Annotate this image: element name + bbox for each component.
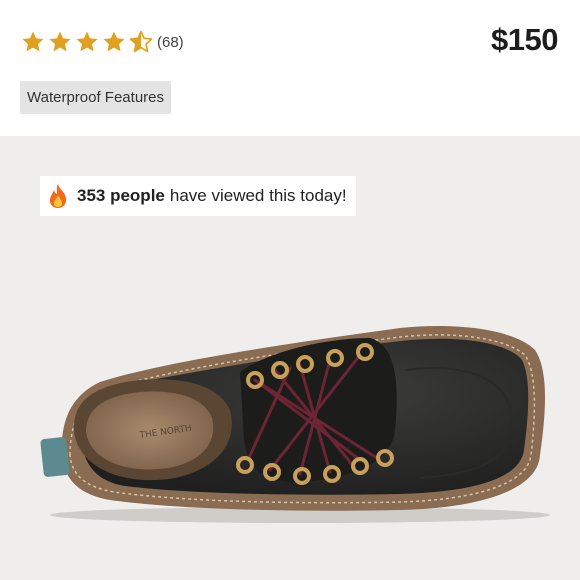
review-count[interactable]: (68) <box>157 34 184 51</box>
star-half-icon <box>129 30 153 53</box>
star-icon <box>76 31 98 52</box>
product-image[interactable]: THE NORTH 353 people have viewed this to… <box>0 136 580 580</box>
star-icon <box>49 31 71 52</box>
star-icon <box>22 31 44 52</box>
feature-tag[interactable]: Waterproof Features <box>20 81 171 114</box>
flame-icon <box>49 184 67 208</box>
star-icon <box>103 31 125 52</box>
product-header: (68) $150 Waterproof Features <box>0 0 580 136</box>
views-count: 353 people <box>77 186 165 205</box>
views-text: have viewed this today! <box>169 186 347 205</box>
views-banner: 353 people have viewed this today! <box>40 176 356 216</box>
star-rating[interactable]: (68) <box>21 30 184 54</box>
product-price: $150 <box>491 22 558 57</box>
